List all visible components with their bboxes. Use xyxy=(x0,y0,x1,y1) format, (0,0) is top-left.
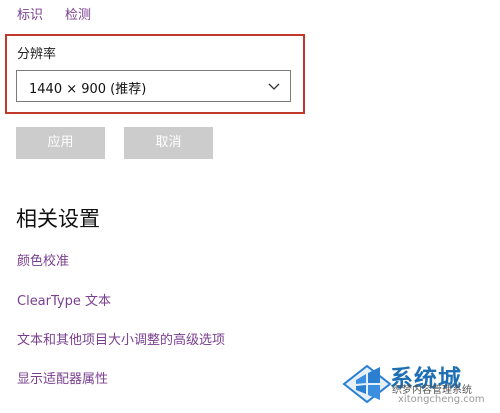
cancel-button[interactable]: 取消 xyxy=(124,127,213,159)
color-calibration-link[interactable]: 颜色校准 xyxy=(17,250,69,269)
watermark: 系统城 织梦内容管理系统 xitongcheng.com xyxy=(340,350,498,410)
chevron-down-icon xyxy=(268,83,280,90)
windows-logo-icon xyxy=(342,364,392,404)
resolution-dropdown[interactable]: 1440 × 900 (推荐) xyxy=(16,70,291,102)
watermark-site: xitongcheng.com xyxy=(398,394,485,405)
related-settings-title: 相关设置 xyxy=(16,207,100,231)
detect-link[interactable]: 检测 xyxy=(65,4,91,23)
resolution-value: 1440 × 900 (推荐) xyxy=(29,82,147,97)
identify-link[interactable]: 标识 xyxy=(17,4,43,23)
apply-button[interactable]: 应用 xyxy=(16,127,105,159)
advanced-sizing-link[interactable]: 文本和其他项目大小调整的高级选项 xyxy=(17,329,225,348)
resolution-label: 分辨率 xyxy=(17,47,57,62)
cleartype-text-link[interactable]: ClearType 文本 xyxy=(17,290,111,309)
display-adapter-properties-link[interactable]: 显示适配器属性 xyxy=(17,368,108,387)
